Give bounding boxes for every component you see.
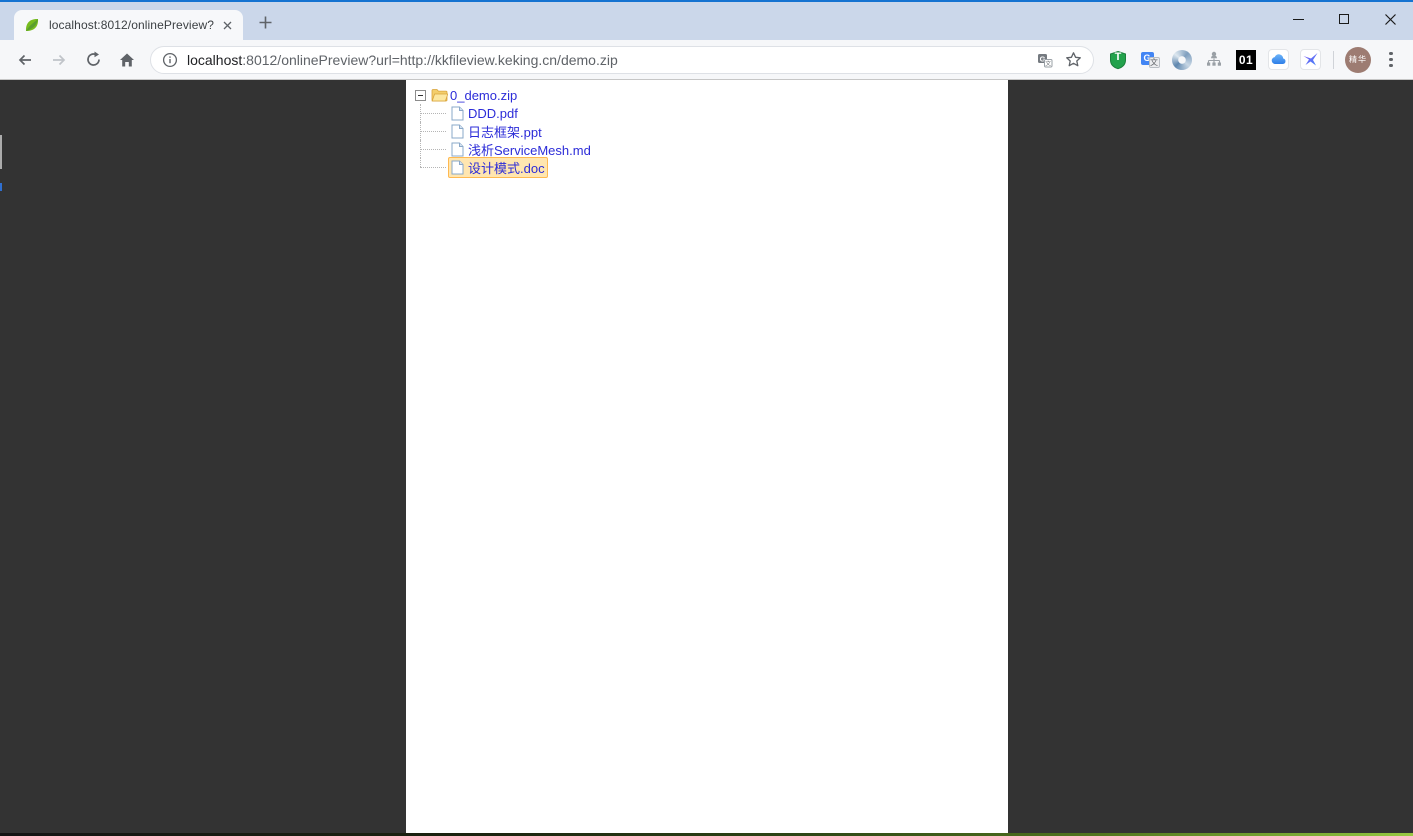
tab-close-icon[interactable] — [219, 17, 236, 34]
google-translate-icon: G 文 — [1140, 50, 1161, 69]
open-folder-icon — [431, 87, 448, 103]
preview-panel: 0_demo.zip DDD.pdf — [406, 80, 1008, 833]
bookmark-star-icon[interactable] — [1063, 50, 1083, 70]
tree-connector — [415, 140, 448, 158]
tab-title: localhost:8012/onlinePreview? — [49, 18, 215, 32]
tree-child-row: DDD.pdf — [415, 104, 1008, 122]
tab-strip: localhost:8012/onlinePreview? — [0, 2, 1413, 40]
file-icon — [449, 123, 466, 139]
zip-file-tree: 0_demo.zip DDD.pdf — [406, 80, 1008, 176]
extension-google-translate[interactable]: G 文 — [1138, 48, 1162, 72]
tree-node-file[interactable]: DDD.pdf — [448, 104, 521, 122]
file-icon — [449, 159, 466, 175]
spring-leaf-icon — [24, 17, 40, 33]
back-button[interactable] — [11, 46, 39, 74]
url-path: :8012/onlinePreview?url=http://kkfilevie… — [242, 52, 617, 68]
tree-connector — [415, 104, 448, 122]
maximize-icon — [1339, 14, 1349, 24]
toolbar-separator — [1333, 51, 1334, 69]
blue-bird-icon — [1300, 49, 1321, 70]
binary-01-icon: 01 — [1236, 50, 1256, 70]
browser-menu-button[interactable] — [1379, 48, 1403, 72]
tree-child-row: 日志框架.ppt — [415, 122, 1008, 140]
background-window-artifact — [0, 135, 2, 169]
reload-icon — [85, 51, 102, 68]
extension-binary-01[interactable]: 01 — [1234, 48, 1258, 72]
maximize-button[interactable] — [1321, 2, 1367, 36]
tree-node-label: 日志框架.ppt — [468, 122, 542, 141]
tree-node-file-selected[interactable]: 设计模式.doc — [448, 157, 548, 178]
page-content: 0_demo.zip DDD.pdf — [0, 80, 1413, 833]
window-controls — [1275, 2, 1413, 36]
browser-window: localhost:8012/onlinePreview? — [0, 0, 1413, 836]
page-info-icon[interactable] — [162, 52, 178, 68]
blue-cloud-icon — [1268, 49, 1289, 70]
collapse-toggle-icon[interactable] — [415, 90, 426, 101]
minimize-button[interactable] — [1275, 2, 1321, 36]
profile-avatar[interactable]: 精华 — [1345, 47, 1371, 73]
close-button[interactable] — [1367, 2, 1413, 36]
tree-child-row: 设计模式.doc — [415, 158, 1008, 176]
google-translate-page-icon[interactable]: G 文 — [1035, 50, 1055, 70]
file-icon — [449, 141, 466, 157]
extension-bird[interactable] — [1298, 48, 1322, 72]
tree-root-row: 0_demo.zip — [415, 86, 1008, 104]
tree-node-label: 设计模式.doc — [468, 158, 545, 177]
tree-connector — [415, 122, 448, 140]
minimize-icon — [1293, 19, 1304, 20]
forward-button[interactable] — [45, 46, 73, 74]
swirl-ring-icon — [1172, 50, 1192, 70]
extension-sitemap[interactable] — [1202, 48, 1226, 72]
url-text[interactable]: localhost:8012/onlinePreview?url=http://… — [187, 52, 1027, 68]
back-arrow-icon — [16, 51, 34, 69]
tree-node-label: DDD.pdf — [468, 106, 518, 121]
omnibox[interactable]: localhost:8012/onlinePreview?url=http://… — [150, 46, 1094, 74]
close-icon — [1385, 14, 1396, 25]
extension-green-shield[interactable]: T — [1106, 48, 1130, 72]
tree-node-root[interactable]: 0_demo.zip — [430, 86, 520, 104]
background-window-artifact — [0, 183, 2, 191]
file-icon — [449, 105, 466, 121]
svg-text:文: 文 — [1045, 59, 1051, 67]
extension-cloud[interactable] — [1266, 48, 1290, 72]
green-shield-icon: T — [1108, 50, 1128, 70]
tree-connector — [415, 158, 448, 176]
home-button[interactable] — [113, 46, 141, 74]
tree-node-label: 0_demo.zip — [450, 88, 517, 103]
reload-button[interactable] — [79, 46, 107, 74]
sitemap-icon — [1204, 50, 1224, 70]
tree-child-row: 浅析ServiceMesh.md — [415, 140, 1008, 158]
forward-arrow-icon — [50, 51, 68, 69]
extension-swirl[interactable] — [1170, 48, 1194, 72]
browser-toolbar: localhost:8012/onlinePreview?url=http://… — [0, 40, 1413, 80]
new-tab-button[interactable] — [251, 8, 279, 36]
home-icon — [118, 51, 136, 69]
url-host: localhost — [187, 52, 242, 68]
shield-glyph: T — [1108, 51, 1128, 63]
browser-tab[interactable]: localhost:8012/onlinePreview? — [14, 10, 243, 40]
tree-node-label: 浅析ServiceMesh.md — [468, 140, 591, 159]
